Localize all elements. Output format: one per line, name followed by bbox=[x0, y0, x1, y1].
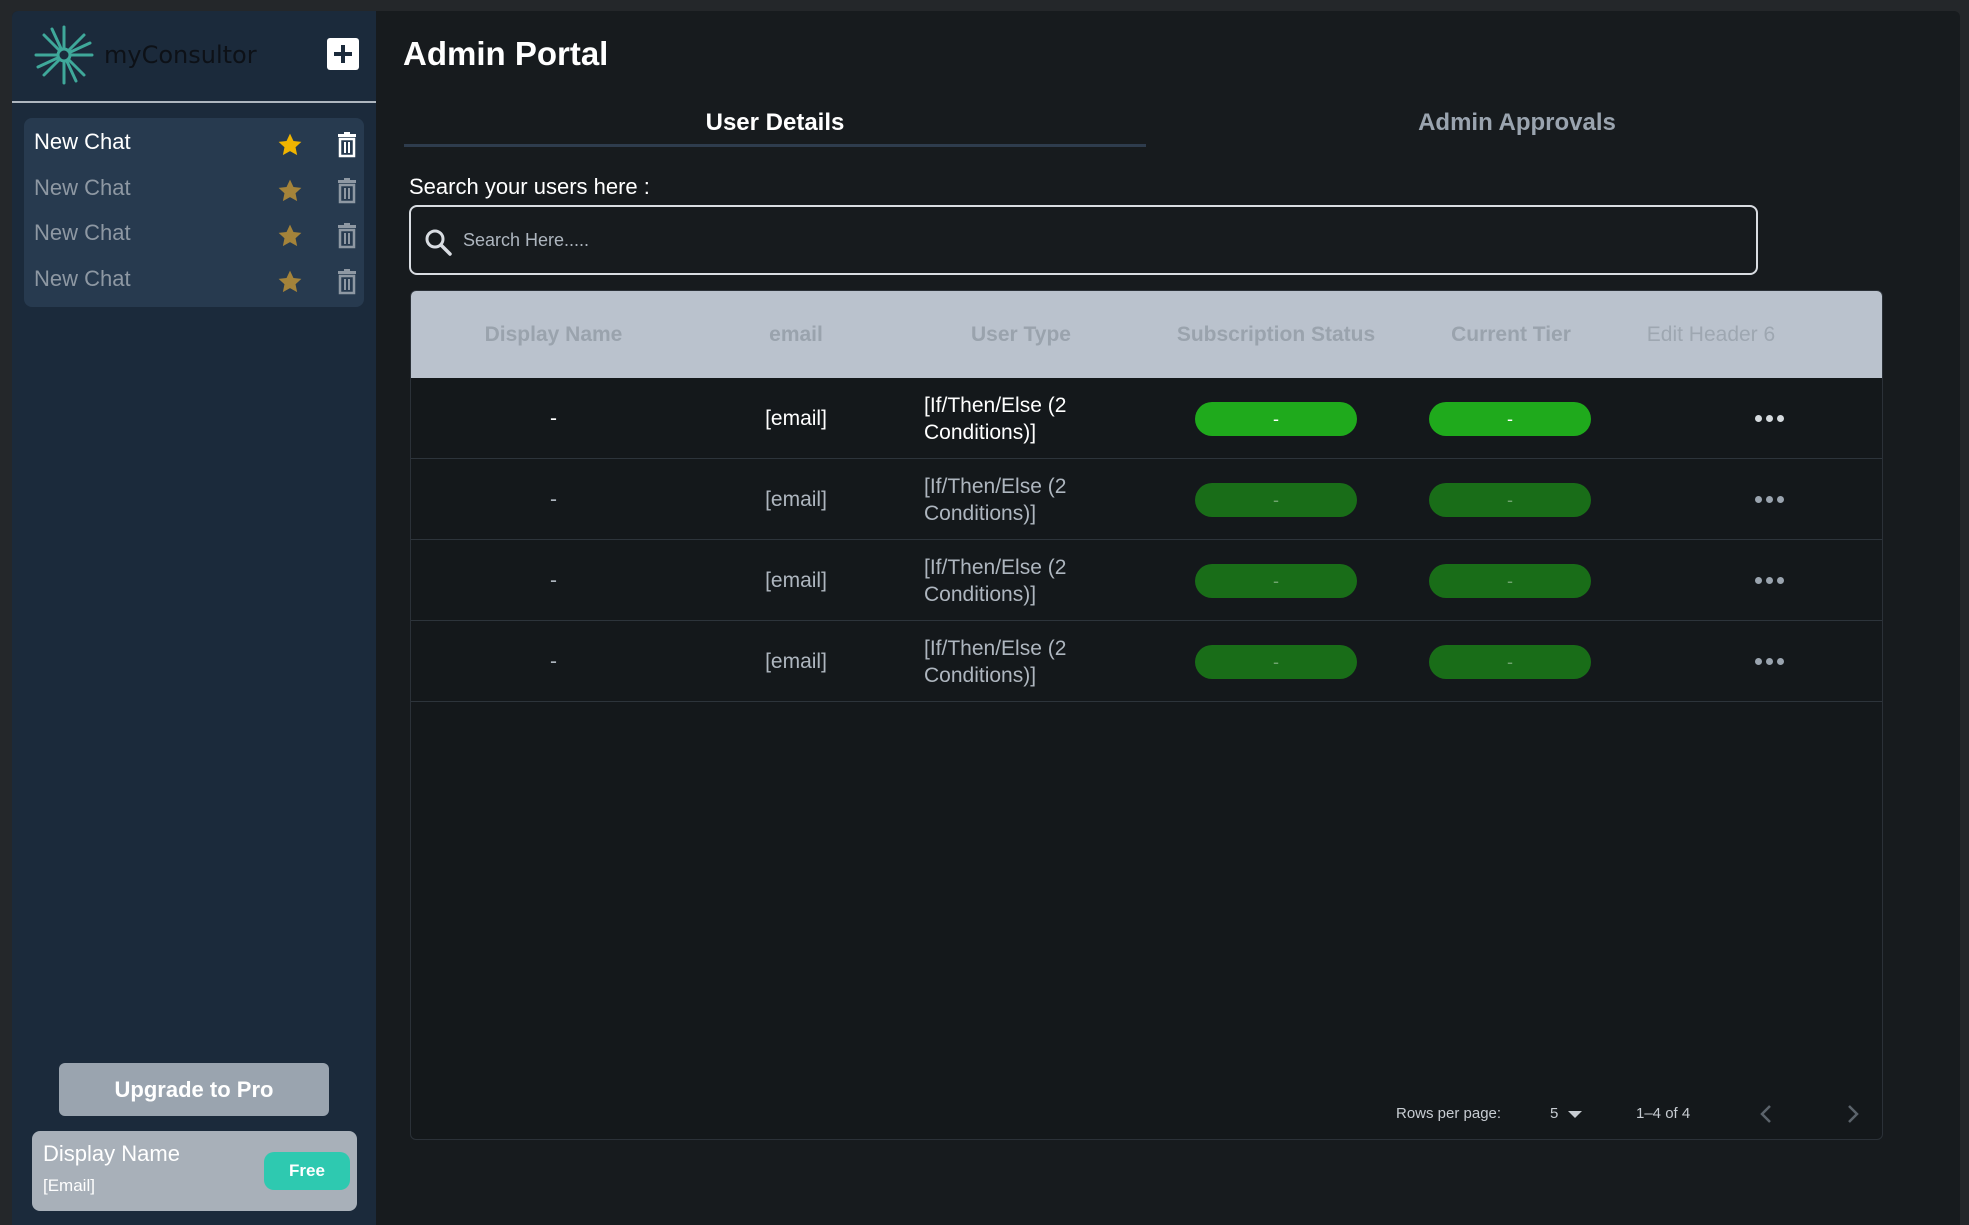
chat-item[interactable]: New Chat bbox=[24, 124, 364, 170]
table-row[interactable]: - [email] [If/Then/Else (2 Conditions)] … bbox=[411, 621, 1882, 702]
logo-icon bbox=[34, 25, 94, 85]
trash-icon[interactable] bbox=[337, 132, 357, 158]
cell-email: [email] bbox=[765, 487, 827, 511]
next-page-button[interactable] bbox=[1838, 1099, 1868, 1129]
cell-user-type: [If/Then/Else (2 Conditions)] bbox=[924, 393, 1067, 444]
upgrade-button[interactable]: Upgrade to Pro bbox=[59, 1063, 329, 1116]
cell-email: [email] bbox=[765, 568, 827, 592]
table-header: Display Name email User Type Subscriptio… bbox=[411, 291, 1882, 378]
search-label: Search your users here : bbox=[409, 174, 650, 199]
plus-icon bbox=[334, 45, 352, 63]
column-header-display-name[interactable]: Display Name bbox=[411, 291, 696, 378]
cell-user-type: [If/Then/Else (2 Conditions)] bbox=[924, 555, 1067, 606]
ellipsis-icon bbox=[1754, 496, 1784, 503]
table-row[interactable]: - [email] [If/Then/Else (2 Conditions)] … bbox=[411, 540, 1882, 621]
chat-item-label: New Chat bbox=[34, 129, 131, 154]
table-row[interactable]: - [email] [If/Then/Else (2 Conditions)] … bbox=[411, 378, 1882, 459]
cell-email: [email] bbox=[765, 649, 827, 673]
app-window: myConsultor New Chat New Chat New Chat N… bbox=[12, 11, 1960, 1225]
star-icon[interactable] bbox=[277, 269, 303, 295]
chat-list: New Chat New Chat New Chat New Chat bbox=[24, 118, 364, 307]
search-box bbox=[409, 205, 1758, 275]
cell-user-type: [If/Then/Else (2 Conditions)] bbox=[924, 636, 1067, 687]
subscription-status-pill: - bbox=[1195, 645, 1357, 679]
trash-icon[interactable] bbox=[337, 268, 357, 295]
search-icon bbox=[425, 229, 452, 256]
current-tier-pill: - bbox=[1429, 564, 1591, 598]
column-header-user-type[interactable]: User Type bbox=[891, 291, 1151, 378]
tab-user-details[interactable]: User Details bbox=[404, 99, 1146, 147]
tab-admin-approvals[interactable]: Admin Approvals bbox=[1146, 99, 1888, 147]
table-row[interactable]: - [email] [If/Then/Else (2 Conditions)] … bbox=[411, 459, 1882, 540]
current-tier-pill: - bbox=[1429, 402, 1591, 436]
rows-per-page-label: Rows per page: bbox=[1396, 1105, 1502, 1122]
column-header-email[interactable]: email bbox=[696, 291, 896, 378]
chat-item-label: New Chat bbox=[34, 174, 131, 200]
user-display-name: Display Name bbox=[43, 1141, 180, 1166]
chevron-left-icon bbox=[1760, 1105, 1771, 1123]
more-options-button[interactable] bbox=[1739, 540, 1799, 621]
search-input[interactable] bbox=[463, 215, 1733, 265]
pagination-range: 1–4 of 4 bbox=[1636, 1105, 1691, 1122]
chevron-right-icon bbox=[1848, 1105, 1859, 1123]
chat-item[interactable]: New Chat bbox=[24, 170, 364, 216]
previous-page-button[interactable] bbox=[1751, 1099, 1781, 1129]
cell-display-name: - bbox=[550, 568, 557, 592]
ellipsis-icon bbox=[1754, 577, 1784, 584]
chat-item[interactable]: New Chat bbox=[24, 215, 364, 261]
rows-per-page-value: 5 bbox=[1550, 1105, 1559, 1122]
new-chat-button[interactable] bbox=[327, 38, 359, 70]
star-icon[interactable] bbox=[277, 178, 303, 204]
cell-display-name: - bbox=[550, 406, 557, 430]
star-icon[interactable] bbox=[277, 223, 303, 249]
more-options-button[interactable] bbox=[1739, 621, 1799, 702]
sidebar: myConsultor New Chat New Chat New Chat N… bbox=[12, 11, 376, 1225]
star-icon[interactable] bbox=[277, 132, 303, 158]
page-title: Admin Portal bbox=[403, 35, 609, 72]
column-header-subscription-status[interactable]: Subscription Status bbox=[1151, 291, 1401, 378]
users-table: Display Name email User Type Subscriptio… bbox=[410, 290, 1883, 1140]
rows-per-page-select[interactable]: 5 bbox=[1550, 1099, 1583, 1129]
cell-display-name: - bbox=[550, 649, 557, 673]
ellipsis-icon bbox=[1754, 658, 1784, 665]
sidebar-header: myConsultor bbox=[12, 11, 376, 103]
current-tier-pill: - bbox=[1429, 483, 1591, 517]
user-email: [Email] bbox=[43, 1176, 95, 1195]
cell-email: [email] bbox=[765, 406, 827, 430]
more-options-button[interactable] bbox=[1739, 459, 1799, 540]
subscription-status-pill: - bbox=[1195, 483, 1357, 517]
trash-icon[interactable] bbox=[337, 177, 357, 204]
current-tier-pill: - bbox=[1429, 645, 1591, 679]
trash-icon[interactable] bbox=[337, 223, 357, 249]
column-header-current-tier[interactable]: Current Tier bbox=[1401, 291, 1621, 378]
chat-item[interactable]: New Chat bbox=[24, 261, 364, 307]
chat-item-label: New Chat bbox=[34, 220, 131, 245]
ellipsis-icon bbox=[1754, 415, 1784, 422]
plan-badge: Free bbox=[264, 1152, 350, 1190]
caret-down-icon bbox=[1568, 1110, 1583, 1118]
subscription-status-pill: - bbox=[1195, 402, 1357, 436]
cell-display-name: - bbox=[550, 487, 557, 511]
chat-item-label: New Chat bbox=[34, 265, 131, 291]
more-options-button[interactable] bbox=[1739, 378, 1799, 459]
brand-name: myConsultor bbox=[104, 41, 257, 69]
user-profile-card[interactable]: Display Name [Email] Free bbox=[32, 1131, 357, 1211]
cell-user-type: [If/Then/Else (2 Conditions)] bbox=[924, 474, 1067, 525]
subscription-status-pill: - bbox=[1195, 564, 1357, 598]
column-header-edit-header-6[interactable]: Edit Header 6 bbox=[1611, 291, 1811, 378]
